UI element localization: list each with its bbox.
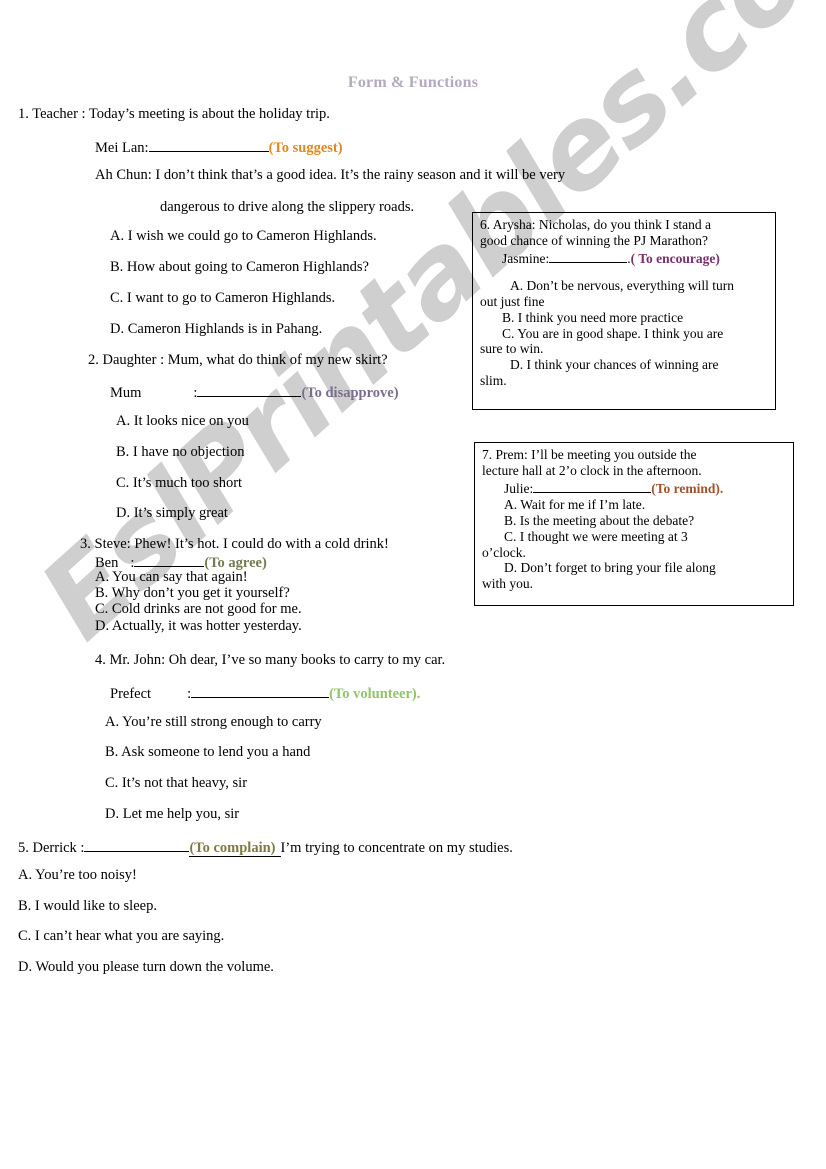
q2-function-tag: (To disapprove) bbox=[301, 385, 399, 401]
q7-prompt-line-1: 7. Prem: I’ll be meeting you outside the bbox=[482, 447, 697, 462]
q4-option-b[interactable]: B. Ask someone to lend you a hand bbox=[105, 745, 310, 760]
q1-answer-line: Mei Lan: (To suggest) bbox=[95, 138, 343, 156]
q6-answer-line: Jasmine: .( To encourage) bbox=[480, 249, 769, 267]
worksheet-page: EslPrintables.com Form & Functions 1. Te… bbox=[0, 0, 826, 1169]
q1-prompt: 1. Teacher : Today’s meeting is about th… bbox=[18, 106, 330, 122]
q5-answer-line: 5. Derrick : (To complain) I’m trying to … bbox=[18, 838, 513, 857]
q7-answer-blank[interactable] bbox=[533, 479, 652, 493]
question-box-7: 7. Prem: I’ll be meeting you outside the… bbox=[474, 442, 794, 606]
q5-option-b[interactable]: B. I would like to sleep. bbox=[18, 899, 157, 914]
q4-option-a[interactable]: A. You’re still strong enough to carry bbox=[105, 715, 322, 730]
q4-option-d[interactable]: D. Let me help you, sir bbox=[105, 807, 239, 822]
q4-function-tag: (To volunteer). bbox=[329, 686, 421, 702]
q2-option-a[interactable]: A. It looks nice on you bbox=[116, 414, 249, 429]
q4-option-c[interactable]: C. It’s not that heavy, sir bbox=[105, 776, 247, 791]
q7-option-b[interactable]: B. Is the meeting about the debate? bbox=[482, 513, 787, 529]
question-box-6: 6. Arysha: Nicholas, do you think I stan… bbox=[472, 212, 776, 410]
q7-option-d-line-1[interactable]: D. Don’t forget to bring your file along bbox=[482, 560, 787, 576]
q2-answer-speaker: Mum bbox=[110, 385, 142, 401]
q6-function-tag: ( To encourage) bbox=[630, 250, 720, 266]
q6-option-d-line-1[interactable]: D. I think your chances of winning are bbox=[480, 357, 769, 373]
q1-option-c[interactable]: C. I want to go to Cameron Highlands. bbox=[110, 291, 335, 306]
q7-option-d-line-2[interactable]: with you. bbox=[482, 576, 787, 592]
q2-option-c[interactable]: C. It’s much too short bbox=[116, 476, 242, 491]
q6-prompt-line-2: good chance of winning the PJ Marathon? bbox=[480, 232, 708, 248]
q6-option-c-line-1[interactable]: C. You are in good shape. I think you ar… bbox=[480, 326, 769, 342]
q6-option-a-line-2[interactable]: out just fine bbox=[480, 294, 769, 310]
q4-prompt: 4. Mr. John: Oh dear, I’ve so many books… bbox=[95, 652, 446, 668]
q5-option-a[interactable]: A. You’re too noisy! bbox=[18, 868, 137, 883]
q1-option-b[interactable]: B. How about going to Cameron Highlands? bbox=[110, 260, 369, 275]
q7-option-a[interactable]: A. Wait for me if I’m late. bbox=[482, 497, 787, 513]
q1-answer-speaker: Mei Lan: bbox=[95, 140, 149, 156]
q7-option-c-line-1[interactable]: C. I thought we were meeting at 3 bbox=[482, 529, 787, 545]
q4-answer-line: Prefect: (To volunteer). bbox=[110, 684, 420, 702]
q1-context-line-1: Ah Chun: I don’t think that’s a good ide… bbox=[95, 167, 566, 183]
q7-option-c-line-2[interactable]: o’clock. bbox=[482, 545, 787, 561]
q3-option-b[interactable]: B. Why don’t you get it yourself? bbox=[95, 586, 290, 601]
page-title: Form & Functions bbox=[347, 74, 479, 91]
q3-option-c[interactable]: C. Cold drinks are not good for me. bbox=[95, 602, 302, 617]
q6-answer-blank[interactable] bbox=[549, 249, 628, 263]
q1-answer-blank[interactable] bbox=[148, 138, 269, 152]
q2-option-b[interactable]: B. I have no objection bbox=[116, 445, 244, 460]
q1-option-a[interactable]: A. I wish we could go to Cameron Highlan… bbox=[110, 229, 377, 244]
q7-function-tag: (To remind). bbox=[651, 480, 724, 496]
q3-answer-blank[interactable] bbox=[134, 553, 205, 567]
q4-answer-blank[interactable] bbox=[191, 684, 330, 698]
q1-context-line-2: dangerous to drive along the slippery ro… bbox=[160, 199, 415, 215]
q5-answer-blank[interactable] bbox=[84, 838, 190, 852]
q5-speaker-suffix: I’m trying to concentrate on my studies. bbox=[280, 840, 513, 856]
q6-spacer bbox=[480, 267, 769, 278]
q3-option-a[interactable]: A. You can say that again! bbox=[95, 570, 248, 585]
q6-option-a-line-1[interactable]: A. Don’t be nervous, everything will tur… bbox=[480, 278, 769, 294]
q5-option-c[interactable]: C. I can’t hear what you are saying. bbox=[18, 929, 224, 944]
q7-answer-line: Julie: (To remind). bbox=[482, 479, 787, 497]
q5-function-tag: (To complain) bbox=[189, 840, 276, 857]
q6-prompt-line-1: 6. Arysha: Nicholas, do you think I stan… bbox=[480, 217, 711, 232]
q2-answer-line: Mum: (To disapprove) bbox=[110, 383, 399, 401]
q5-option-d[interactable]: D. Would you please turn down the volume… bbox=[18, 960, 274, 975]
q4-answer-speaker: Prefect bbox=[110, 686, 152, 702]
q3-option-d[interactable]: D. Actually, it was hotter yesterday. bbox=[95, 619, 302, 634]
q7-prompt-line-2: lecture hall at 2’o clock in the afterno… bbox=[482, 462, 702, 478]
q2-option-d[interactable]: D. It’s simply great bbox=[116, 506, 228, 521]
q2-answer-blank[interactable] bbox=[197, 383, 302, 397]
q6-answer-speaker: Jasmine: bbox=[502, 250, 550, 266]
q6-option-d-line-2[interactable]: slim. bbox=[480, 373, 769, 389]
q3-answer-line: Ben: (To agree) bbox=[95, 553, 267, 571]
q3-prompt: 3. Steve: Phew! It’s hot. I could do wit… bbox=[80, 536, 389, 552]
q1-option-d[interactable]: D. Cameron Highlands is in Pahang. bbox=[110, 322, 322, 337]
q6-option-b[interactable]: B. I think you need more practice bbox=[480, 310, 769, 326]
q7-answer-speaker: Julie: bbox=[504, 480, 534, 496]
q6-option-c-line-2[interactable]: sure to win. bbox=[480, 341, 769, 357]
q2-prompt: 2. Daughter : Mum, what do think of my n… bbox=[88, 352, 388, 368]
q1-function-tag: (To suggest) bbox=[268, 140, 343, 156]
q5-answer-speaker: 5. Derrick : bbox=[18, 840, 85, 856]
